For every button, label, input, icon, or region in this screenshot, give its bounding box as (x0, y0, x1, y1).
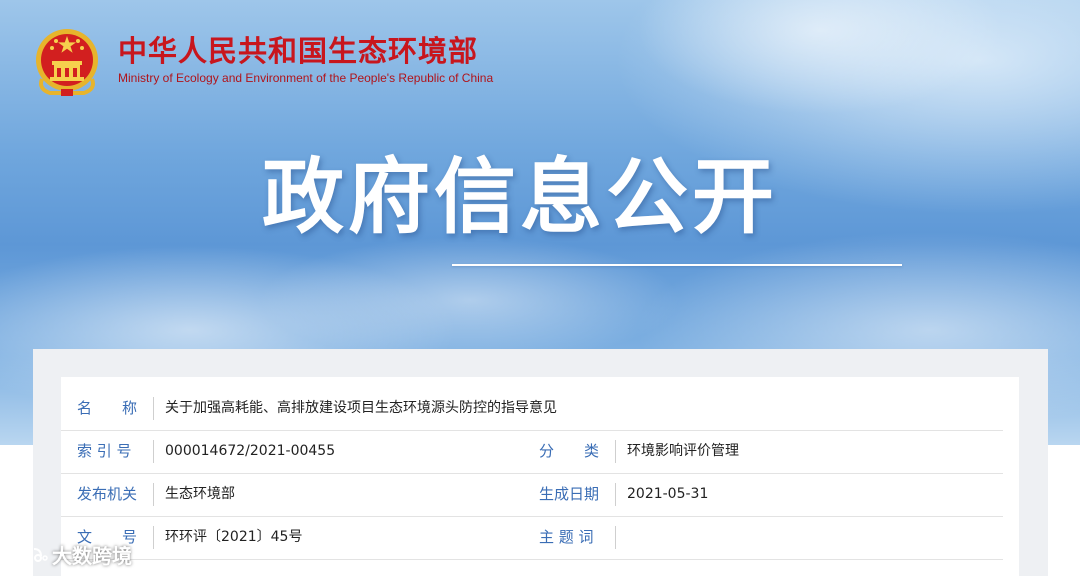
document-title-value[interactable]: 关于加强高耗能、高排放建设项目生态环境源头防控的指导意见 (165, 387, 557, 430)
date-label: 生成日期 (539, 485, 600, 503)
watermark: 大数跨境 (8, 541, 132, 568)
weibo-icon (10, 548, 48, 564)
ministry-name-cn: 中华人民共和国生态环境部 (118, 34, 479, 68)
info-row-name: 名 称 关于加强高耗能、高排放建设项目生态环境源头防控的指导意见 (61, 387, 1003, 431)
column-divider (153, 526, 154, 549)
category-label: 分 类 (539, 442, 600, 460)
column-divider (615, 483, 616, 506)
index-label: 索 引 号 (77, 442, 132, 460)
title-underline (452, 264, 902, 266)
column-divider (153, 483, 154, 506)
document-info-table: 名 称 关于加强高耗能、高排放建设项目生态环境源头防控的指导意见 索 引 号 0… (61, 377, 1019, 576)
info-row-issuer: 发布机关 生态环境部 生成日期 2021-05-31 (61, 473, 1003, 517)
docno-value: 环环评〔2021〕45号 (165, 529, 303, 545)
info-row-index: 索 引 号 000014672/2021-00455 分 类 环境影响评价管理 (61, 430, 1003, 474)
info-row-docno: 文 号 环环评〔2021〕45号 主 题 词 (61, 516, 1003, 560)
page-title: 政府信息公开 (262, 150, 779, 245)
column-divider (615, 526, 616, 549)
column-divider (615, 440, 616, 463)
national-emblem-icon (36, 29, 98, 96)
date-value: 2021-05-31 (627, 486, 709, 502)
keywords-label: 主 题 词 (539, 528, 594, 546)
name-label: 名 称 (77, 399, 138, 417)
category-value: 环境影响评价管理 (627, 443, 739, 459)
index-value: 000014672/2021-00455 (165, 443, 336, 459)
issuer-label: 发布机关 (77, 485, 138, 503)
issuer-value: 生态环境部 (165, 486, 235, 502)
ministry-name-en: Ministry of Ecology and Environment of t… (118, 71, 494, 85)
watermark-text: 大数跨境 (52, 543, 132, 568)
column-divider (153, 397, 154, 420)
column-divider (153, 440, 154, 463)
